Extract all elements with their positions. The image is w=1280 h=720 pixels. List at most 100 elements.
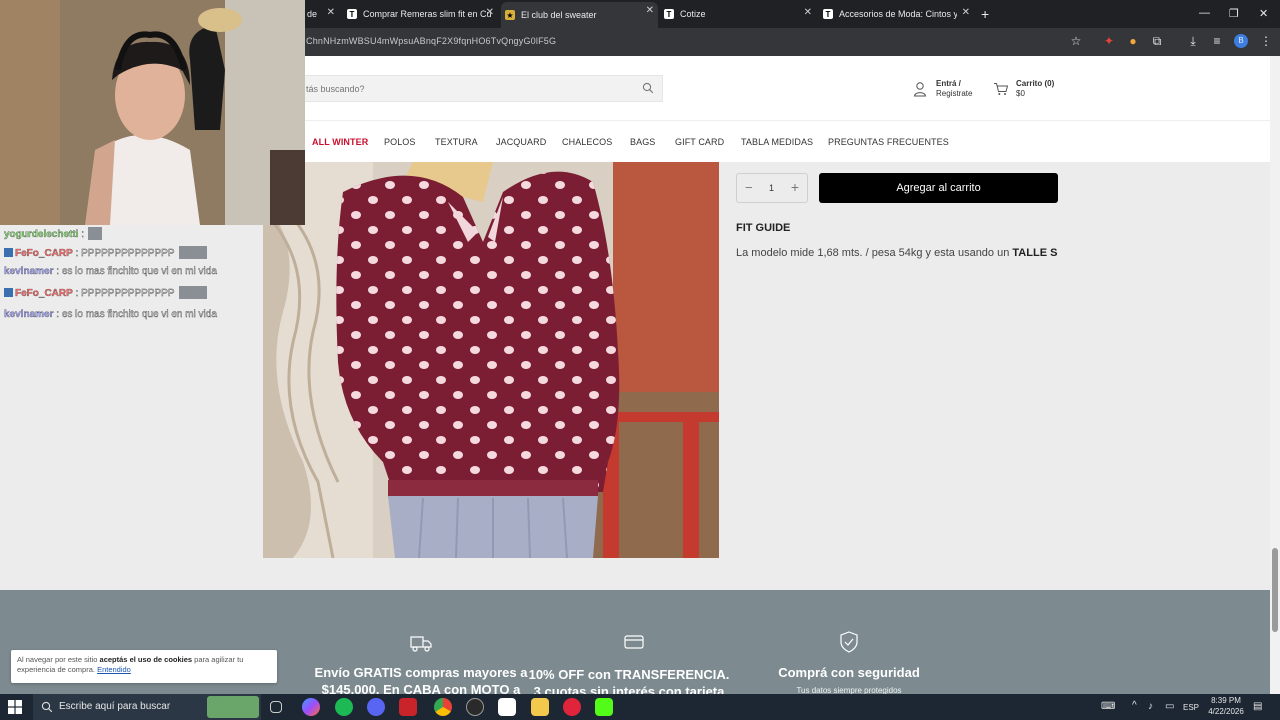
copilot-icon[interactable] <box>302 698 320 716</box>
close-window-button[interactable]: ✕ <box>1259 7 1268 20</box>
keyboard-icon[interactable]: ⌨ <box>1101 701 1115 712</box>
site-favicon-icon: T <box>347 9 357 19</box>
spotify-icon[interactable] <box>335 698 353 716</box>
nav-item-chalecos[interactable]: CHALECOS <box>562 137 612 147</box>
minus-icon[interactable]: − <box>745 180 753 195</box>
nav-item-all-winter[interactable]: ALL WINTER <box>312 137 368 147</box>
close-icon[interactable]: ✕ <box>486 7 494 18</box>
sub-badge-icon <box>4 288 13 297</box>
search-input[interactable] <box>306 81 626 97</box>
tab-4[interactable]: T Accesorios de Moda: Cintos y C ✕ <box>819 4 974 24</box>
language-indicator[interactable]: ESP <box>1183 703 1199 712</box>
add-to-cart-button[interactable]: Agregar al carrito <box>819 173 1058 203</box>
taskbar-search-label: Escribe aquí para buscar <box>59 701 171 712</box>
network-icon[interactable]: ▭ <box>1165 701 1174 712</box>
clock-date: 4/22/2026 <box>1208 707 1244 716</box>
profile-avatar[interactable]: B <box>1234 34 1248 48</box>
webcam-overlay <box>0 0 305 225</box>
opera-icon[interactable] <box>563 698 581 716</box>
cart-icon[interactable] <box>993 82 1009 96</box>
clock-time: 8:39 PM <box>1211 696 1241 705</box>
tab-label: de <box>307 9 318 19</box>
obs-icon[interactable] <box>466 698 484 716</box>
site-favicon-icon: ★ <box>505 10 515 20</box>
close-icon[interactable]: ✕ <box>646 5 654 16</box>
tab-2[interactable]: ★ El club del sweater ✕ <box>501 2 658 28</box>
search-icon <box>41 701 53 713</box>
product-image[interactable] <box>263 162 719 558</box>
chat-message: kevlnamer : es lo mas finchito que vi en… <box>4 309 217 320</box>
app-icon[interactable] <box>399 698 417 716</box>
taskbar-search[interactable]: Escribe aquí para buscar <box>33 694 261 720</box>
chat-message: FeFo_CARP : PPPPPPPPPPPPPP <box>4 246 207 259</box>
nav-item-jacquard[interactable]: JACQUARD <box>496 137 546 147</box>
search-icon[interactable] <box>642 82 654 94</box>
account-link[interactable]: Entrá / Registrate <box>936 79 972 99</box>
chevron-up-icon[interactable]: ^ <box>1132 700 1137 711</box>
truck-icon <box>410 636 432 652</box>
close-icon[interactable]: ✕ <box>804 7 812 18</box>
kick-icon[interactable] <box>595 698 613 716</box>
fit-desc-text: La modelo mide 1,68 mts. / pesa 54kg y e… <box>736 247 1013 259</box>
file-explorer-icon[interactable] <box>531 698 549 716</box>
chrome-icon[interactable] <box>434 698 452 716</box>
cart-link[interactable]: Carrito (0) $0 <box>1016 79 1054 99</box>
plus-icon[interactable]: + <box>791 179 799 195</box>
cookie-accept-link[interactable]: Entendido <box>97 665 131 674</box>
emote-icon <box>88 227 103 240</box>
shipping-benefit: Envío GRATIS compras mayores a $145.000.… <box>310 664 532 698</box>
extension-icon[interactable]: ✦ <box>1102 34 1116 48</box>
fit-guide-description: La modelo mide 1,68 mts. / pesa 54kg y e… <box>736 247 1057 259</box>
nav-item-polos[interactable]: POLOS <box>384 137 416 147</box>
chat-text: : es lo mas finchito que vi en mi vida <box>53 266 217 277</box>
scrollbar-thumb[interactable] <box>1272 548 1278 632</box>
restore-button[interactable]: ❐ <box>1229 7 1239 20</box>
nav-item-tabla-medidas[interactable]: TABLA MEDIDAS <box>741 137 813 147</box>
nav-item-preguntas-frecuentes[interactable]: PREGUNTAS FRECUENTES <box>828 137 949 147</box>
windows-start-icon[interactable] <box>8 700 22 714</box>
nav-item-bags[interactable]: BAGS <box>630 137 655 147</box>
chat-text: : PPPPPPPPPPPPPP <box>72 248 175 259</box>
sub-badge-icon <box>4 248 13 257</box>
clock[interactable]: 8:39 PM 4/22/2026 <box>1208 696 1244 716</box>
user-icon[interactable] <box>913 81 927 97</box>
discount-title-line1: 10% OFF con TRANSFERENCIA. <box>528 667 730 682</box>
task-view-icon[interactable] <box>270 701 282 713</box>
url-text[interactable]: ChnNHzmWBSU4mWpsuABnqF2X9fqnHO6TvQngyG0l… <box>306 36 556 46</box>
chat-message: FeFo_CARP : PPPPPPPPPPPPPP <box>4 286 207 299</box>
search-box[interactable] <box>303 75 663 102</box>
notifications-icon[interactable]: ▤ <box>1253 701 1262 712</box>
download-icon[interactable]: ⤓ <box>1186 34 1200 48</box>
close-icon[interactable]: ✕ <box>327 7 335 18</box>
new-tab-button[interactable]: + <box>981 6 989 22</box>
quantity-value[interactable]: 1 <box>769 183 774 193</box>
extension-icon[interactable]: ● <box>1126 34 1140 48</box>
tab-3[interactable]: T Cotize ✕ <box>660 4 816 24</box>
nav-item-textura[interactable]: TEXTURA <box>435 137 478 147</box>
menu-kebab-icon[interactable]: ⋮ <box>1259 34 1273 48</box>
minimize-button[interactable]: — <box>1199 7 1210 19</box>
tab-0[interactable]: de ✕ <box>305 4 339 24</box>
tab-label: Comprar Remeras slim fit en Cu <box>363 9 492 19</box>
cart-count-label: Carrito (0) <box>1016 79 1055 88</box>
search-highlight-image <box>207 696 259 718</box>
secure-benefit: Comprá con seguridad Tus datos siempre p… <box>758 664 940 695</box>
chat-message: kevlnamer : es lo mas finchito que vi en… <box>4 266 217 277</box>
tiktok-icon[interactable] <box>498 698 516 716</box>
shipping-title-line1: Envío GRATIS compras mayores a <box>314 665 528 680</box>
chat-text: : es lo mas finchito que vi en mi vida <box>53 309 217 320</box>
tab-1[interactable]: T Comprar Remeras slim fit en Cu ✕ <box>343 4 498 24</box>
discord-icon[interactable] <box>367 698 385 716</box>
fit-guide-title: FIT GUIDE <box>736 222 791 234</box>
cookie-banner: Al navegar por este sitio aceptás el uso… <box>11 650 277 683</box>
cookie-text-bold: aceptás el uso de cookies <box>99 655 193 664</box>
close-icon[interactable]: ✕ <box>962 7 970 18</box>
tab-label: El club del sweater <box>521 10 597 20</box>
login-label: Entrá / <box>936 79 961 88</box>
media-control-icon[interactable]: ≡ <box>1210 34 1224 48</box>
quantity-stepper[interactable]: − 1 + <box>736 173 808 203</box>
bookmark-star-icon[interactable]: ☆ <box>1069 34 1083 48</box>
extensions-puzzle-icon[interactable]: ⧉ <box>1150 34 1164 48</box>
volume-icon[interactable]: ♪ <box>1148 701 1153 712</box>
nav-item-gift-card[interactable]: GIFT CARD <box>675 137 724 147</box>
